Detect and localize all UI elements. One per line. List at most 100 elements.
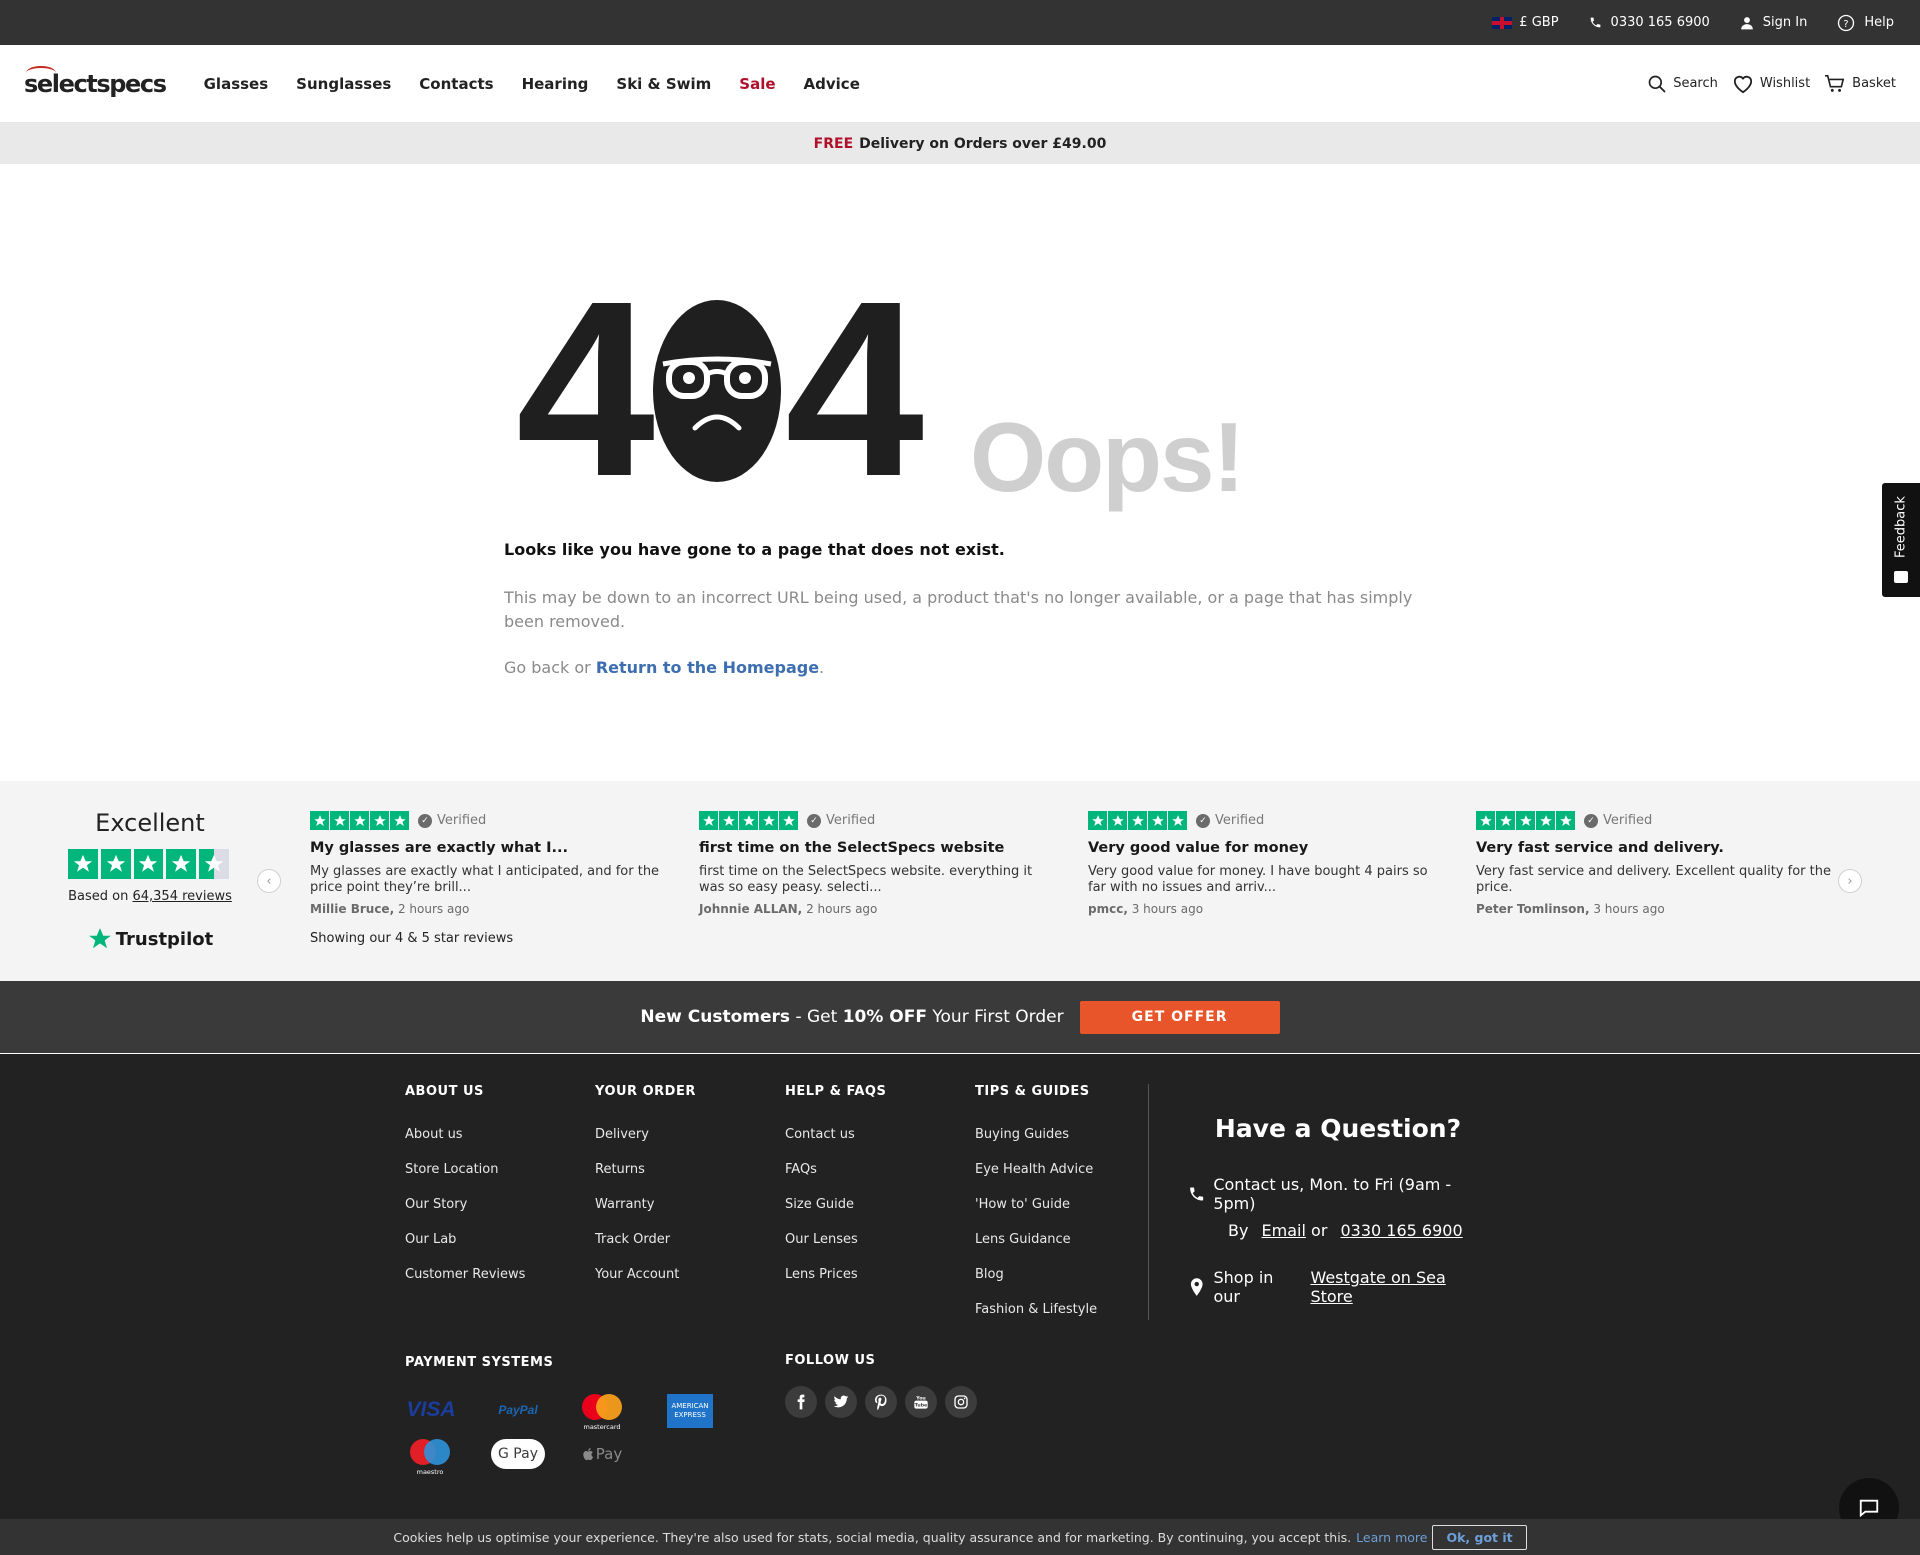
review-author-line: Johnnie ALLAN, 2 hours ago: [699, 902, 1059, 916]
cookie-bar: Cookies help us optimise your experience…: [0, 1519, 1920, 1555]
top-utility-bar: £ GBP 0330 165 6900 Sign In ? Help: [0, 0, 1920, 45]
footer-link[interactable]: Store Location: [405, 1162, 525, 1177]
basket-button[interactable]: Basket: [1824, 74, 1896, 94]
get-offer-button[interactable]: GET OFFER: [1079, 1000, 1280, 1034]
phone-icon: [1590, 17, 1600, 28]
trustpilot-summary[interactable]: Excellent Based on 64,354 reviews Trustp…: [68, 809, 232, 952]
review-count-link[interactable]: 64,354 reviews: [132, 889, 231, 904]
footer-link[interactable]: Fashion & Lifestyle: [975, 1302, 1097, 1317]
review-time: 3 hours ago: [1131, 902, 1204, 916]
footer-column-help: HELP & FAQS Contact us FAQs Size Guide O…: [785, 1084, 886, 1302]
nav-glasses[interactable]: Glasses: [204, 75, 269, 93]
footer-link[interactable]: Contact us: [785, 1127, 886, 1142]
cookie-accept-button[interactable]: Ok, got it: [1432, 1524, 1527, 1550]
trustpilot-logo: Trustpilot: [68, 926, 232, 952]
youtube-icon[interactable]: Tube You: [905, 1386, 937, 1418]
footer-link[interactable]: Blog: [975, 1267, 1097, 1282]
search-label: Search: [1673, 76, 1718, 91]
review-title: My glasses are exactly what I...: [310, 840, 569, 856]
store-link[interactable]: Westgate on Sea Store: [1310, 1268, 1488, 1306]
help-icon: ?: [1838, 14, 1855, 31]
review-time: 2 hours ago: [806, 902, 878, 916]
footer-link[interactable]: Delivery: [595, 1127, 696, 1142]
nav-contacts[interactable]: Contacts: [419, 75, 493, 93]
location-pin-icon: [1190, 1278, 1203, 1296]
footer-link[interactable]: Returns: [595, 1162, 696, 1177]
twitter-icon[interactable]: [825, 1386, 857, 1418]
reviews-prev-button[interactable]: ‹: [257, 869, 281, 893]
verified-label: Verified: [1215, 813, 1265, 828]
help-link[interactable]: ? Help: [1837, 14, 1894, 32]
nav-sale[interactable]: Sale: [739, 75, 775, 93]
selectspecs-logo[interactable]: selectspecs: [24, 65, 167, 98]
review-title: Very good value for money: [1088, 840, 1309, 856]
footer-link[interactable]: Customer Reviews: [405, 1267, 525, 1282]
nav-ski-swim[interactable]: Ski & Swim: [616, 75, 711, 93]
star-icon: [699, 811, 718, 830]
review-author-line: Peter Tomlinson, 3 hours ago: [1476, 902, 1836, 916]
back-prefix: Go back or: [504, 658, 591, 677]
follow-us-title: FOLLOW US: [785, 1353, 876, 1368]
star-icon: [1556, 811, 1575, 830]
footer-link[interactable]: FAQs: [785, 1162, 886, 1177]
footer-column-about: ABOUT US About us Store Location Our Sto…: [405, 1084, 525, 1302]
feedback-label: Feedback: [1893, 496, 1909, 558]
sign-in-link[interactable]: Sign In: [1740, 15, 1807, 30]
facebook-icon[interactable]: [785, 1386, 817, 1418]
check-icon: ✓: [807, 813, 821, 828]
footer-link[interactable]: Our Story: [405, 1197, 525, 1212]
review-time: 2 hours ago: [397, 902, 470, 916]
footer-link[interactable]: Lens Prices: [785, 1267, 886, 1282]
review-card[interactable]: ✓ Verified Very good value for money Very…: [1088, 811, 1448, 916]
footer-heading: ABOUT US: [405, 1084, 484, 1099]
mastercard-label: mastercard: [583, 1423, 620, 1431]
footer-link[interactable]: 'How to' Guide: [975, 1197, 1097, 1212]
contact-or: or: [1311, 1221, 1328, 1240]
nav-advice[interactable]: Advice: [804, 75, 860, 93]
footer-link[interactable]: Our Lab: [405, 1232, 525, 1247]
footer-link[interactable]: Warranty: [595, 1197, 696, 1212]
nav-hearing[interactable]: Hearing: [522, 75, 589, 93]
error-404-graphic: 4 4: [516, 264, 924, 514]
phone-link[interactable]: 0330 165 6900: [1589, 15, 1710, 30]
reviews-next-button[interactable]: ›: [1838, 869, 1862, 893]
cookie-learn-more-link[interactable]: Learn more: [1356, 1530, 1427, 1545]
feedback-tab[interactable]: Feedback: [1882, 483, 1920, 597]
footer-link[interactable]: Your Account: [595, 1267, 696, 1282]
review-card[interactable]: ✓ Verified first time on the SelectSpecs …: [699, 811, 1059, 916]
payment-systems-title: PAYMENT SYSTEMS: [405, 1355, 554, 1370]
instagram-icon[interactable]: [945, 1386, 977, 1418]
footer-phone-link[interactable]: 0330 165 6900: [1341, 1221, 1463, 1240]
verified-label: Verified: [437, 813, 487, 828]
nav-sunglasses[interactable]: Sunglasses: [296, 75, 391, 93]
error-back-line: Go back or Return to the Homepage.: [504, 658, 824, 677]
amex-icon: AMERICAN EXPRESS: [667, 1394, 713, 1428]
footer-link[interactable]: Eye Health Advice: [975, 1162, 1097, 1177]
footer-link[interactable]: Size Guide: [785, 1197, 886, 1212]
review-stars: [1476, 811, 1576, 830]
star-icon: [310, 811, 329, 830]
review-body: My glasses are exactly what I anticipate…: [310, 864, 660, 895]
footer-link[interactable]: Track Order: [595, 1232, 696, 1247]
footer-link[interactable]: Buying Guides: [975, 1127, 1097, 1142]
wishlist-button[interactable]: Wishlist: [1732, 74, 1810, 94]
footer-link[interactable]: Our Lenses: [785, 1232, 886, 1247]
review-header: ✓ Verified: [310, 811, 670, 830]
currency-selector[interactable]: £ GBP: [1492, 15, 1559, 30]
footer-link[interactable]: About us: [405, 1127, 525, 1142]
review-card[interactable]: ✓ Verified Very fast service and delivery…: [1476, 811, 1836, 916]
sad-glasses-face-icon: [653, 300, 782, 482]
footer-column-tips: TIPS & GUIDES Buying Guides Eye Health A…: [975, 1084, 1097, 1337]
return-homepage-link[interactable]: Return to the Homepage: [596, 658, 819, 677]
review-body: Very fast service and delivery. Excellen…: [1476, 864, 1831, 895]
search-button[interactable]: Search: [1647, 74, 1718, 94]
email-link[interactable]: Email: [1262, 1221, 1306, 1240]
review-body: first time on the SelectSpecs website. e…: [699, 864, 1033, 895]
maestro-label: maestro: [417, 1468, 444, 1476]
site-footer: ABOUT US About us Store Location Our Sto…: [0, 1054, 1920, 1519]
review-card[interactable]: ✓ Verified My glasses are exactly what I.…: [310, 811, 670, 916]
verified-badge: ✓ Verified: [1196, 813, 1264, 828]
pinterest-icon[interactable]: [865, 1386, 897, 1418]
footer-link[interactable]: Lens Guidance: [975, 1232, 1097, 1247]
maestro-icon: maestro: [406, 1437, 454, 1477]
